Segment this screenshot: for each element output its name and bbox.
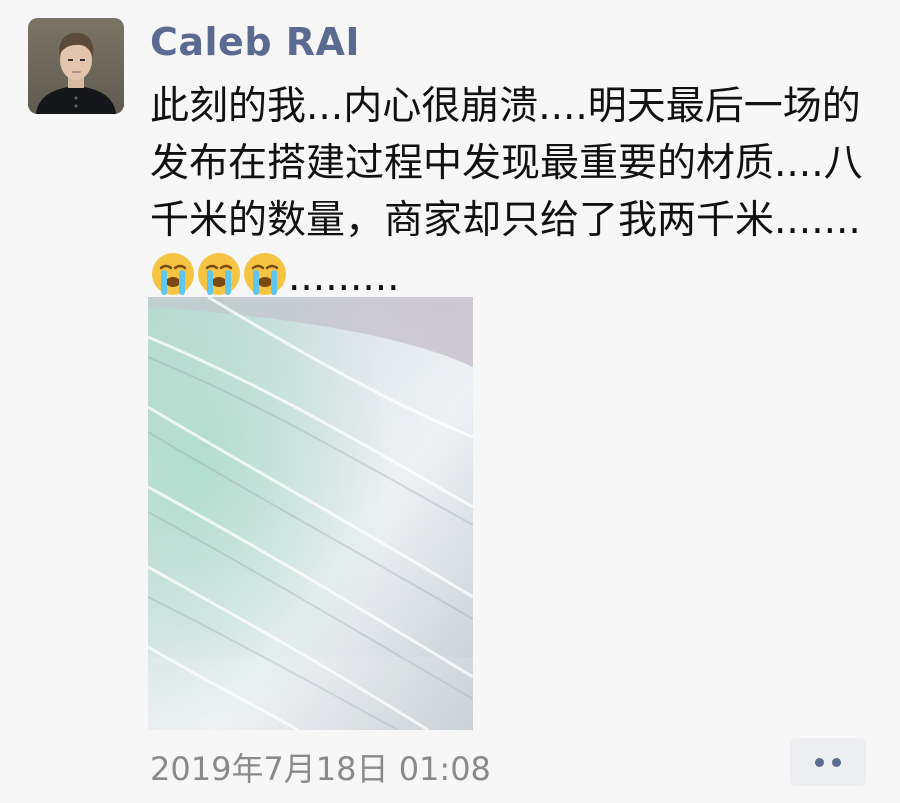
- crying-emoji-icon: [152, 253, 194, 295]
- post-text-trailing: .........: [288, 255, 400, 300]
- post-text-body: 此刻的我...内心很崩溃....明天最后一场的发布在搭建过程中发现最重要的材质.…: [150, 84, 863, 243]
- post-text: 此刻的我...内心很崩溃....明天最后一场的发布在搭建过程中发现最重要的材质.…: [150, 78, 870, 306]
- avatar-photo: [28, 18, 124, 114]
- crying-emoji-icon: [198, 253, 240, 295]
- more-button[interactable]: [790, 738, 866, 786]
- crying-emoji-icon: [244, 253, 286, 295]
- post-photo[interactable]: [148, 297, 473, 730]
- timestamp: 2019年7月18日 01:08: [150, 750, 491, 788]
- more-dots-icon: [832, 758, 841, 767]
- avatar[interactable]: [28, 18, 124, 114]
- more-dots-icon: [815, 758, 824, 767]
- username[interactable]: Caleb RAI: [150, 20, 360, 64]
- moments-post: Caleb RAI 此刻的我...内心很崩溃....明天最后一场的发布在搭建过程…: [0, 0, 900, 803]
- fabric-photo: [148, 297, 473, 730]
